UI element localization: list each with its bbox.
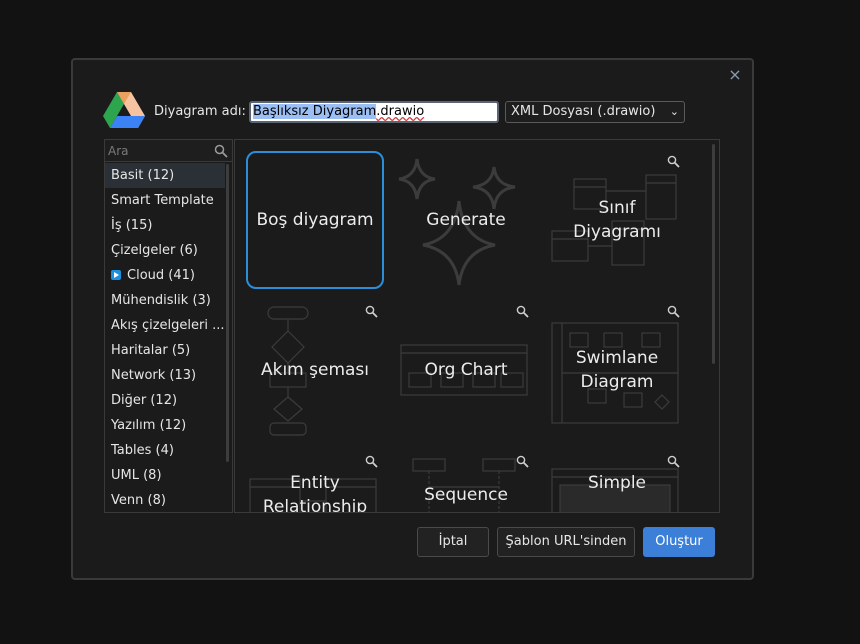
- chevron-down-icon: ⌄: [669, 105, 679, 118]
- category-label: Çizelgeler (6): [111, 243, 198, 258]
- zoom-icon[interactable]: [516, 455, 529, 468]
- category-basic[interactable]: Basit (12): [105, 163, 225, 188]
- category-engineering[interactable]: Mühendislik (3): [105, 288, 225, 313]
- new-diagram-dialog: × Diyagram adı: Başlıksız Diyagram.drawi…: [71, 58, 754, 580]
- filename-selected-text: Başlıksız Diyagram: [253, 104, 377, 119]
- template-swimlane[interactable]: Swimlane Diagram: [548, 301, 686, 439]
- category-list: Basit (12) Smart Template İş (15) Çizelg…: [105, 163, 225, 512]
- category-uml[interactable]: UML (8): [105, 463, 225, 488]
- template-sequence[interactable]: Sequence: [397, 451, 535, 512]
- category-label: Haritalar (5): [111, 343, 191, 358]
- template-entity-relationship[interactable]: Entity Relationship: [246, 451, 384, 513]
- zoom-icon[interactable]: [667, 305, 680, 318]
- category-tables[interactable]: Tables (4): [105, 438, 225, 463]
- category-label: Venn (8): [111, 493, 166, 508]
- template-simple[interactable]: Simple: [548, 451, 686, 512]
- category-scrollbar[interactable]: [226, 164, 229, 462]
- zoom-icon[interactable]: [365, 305, 378, 318]
- template-blank[interactable]: Boş diyagram: [246, 151, 384, 289]
- category-label: Diğer (12): [111, 393, 178, 408]
- template-org-chart[interactable]: Org Chart: [397, 301, 535, 439]
- template-label: Entity Relationship: [262, 473, 368, 513]
- zoom-icon[interactable]: [365, 455, 378, 468]
- cancel-button[interactable]: İptal: [417, 527, 489, 557]
- category-label: Basit (12): [111, 168, 175, 183]
- template-label: Swimlane Diagram: [575, 348, 659, 392]
- category-maps[interactable]: Haritalar (5): [105, 338, 225, 363]
- category-other[interactable]: Diğer (12): [105, 388, 225, 413]
- category-business[interactable]: İş (15): [105, 213, 225, 238]
- category-label: Mühendislik (3): [111, 293, 211, 308]
- category-label: UML (8): [111, 468, 162, 483]
- search-placeholder: Ara: [108, 144, 129, 158]
- category-label: Tables (4): [111, 443, 174, 458]
- category-panel: Ara Basit (12) Smart Template İş (15) Çi…: [104, 139, 233, 513]
- diagram-name-input[interactable]: Başlıksız Diyagram.drawio: [249, 101, 499, 123]
- category-label: Akış çizelgeleri ...: [111, 318, 225, 333]
- category-smart-template[interactable]: Smart Template: [105, 188, 225, 213]
- template-label: Org Chart: [424, 360, 508, 380]
- template-label: Boş diyagram: [256, 210, 374, 230]
- search-input[interactable]: Ara: [105, 140, 232, 162]
- expand-arrow-icon[interactable]: [111, 270, 121, 280]
- category-label: İş (15): [111, 218, 153, 233]
- category-software[interactable]: Yazılım (12): [105, 413, 225, 438]
- template-generate[interactable]: Generate: [397, 151, 535, 289]
- format-select[interactable]: XML Dosyası (.drawio) ⌄: [505, 101, 685, 123]
- filename-extension: .drawio: [376, 104, 425, 119]
- template-label: Simple: [587, 473, 647, 493]
- close-icon[interactable]: ×: [728, 67, 742, 83]
- zoom-icon[interactable]: [667, 155, 680, 168]
- template-flowchart[interactable]: Akım şeması: [246, 301, 384, 439]
- template-class-diagram[interactable]: Sınıf Diyagramı: [548, 151, 686, 289]
- category-label: Yazılım (12): [111, 418, 187, 433]
- google-drive-icon: [103, 92, 145, 128]
- zoom-icon[interactable]: [667, 455, 680, 468]
- format-select-value: XML Dosyası (.drawio): [511, 104, 656, 119]
- category-network[interactable]: Network (13): [105, 363, 225, 388]
- diagram-name-label: Diyagram adı:: [154, 104, 246, 119]
- category-flowcharts[interactable]: Akış çizelgeleri ...: [105, 313, 225, 338]
- template-grid: Boş diyagram Generate Sınıf Diyagramı Ak…: [234, 139, 720, 513]
- template-scrollbar[interactable]: [712, 144, 715, 364]
- category-venn[interactable]: Venn (8): [105, 488, 225, 512]
- category-label: Smart Template: [111, 193, 214, 208]
- template-label: Generate: [426, 210, 506, 230]
- create-button[interactable]: Oluştur: [643, 527, 715, 557]
- category-label: Network (13): [111, 368, 197, 383]
- template-url-button[interactable]: Şablon URL'sinden: [497, 527, 635, 557]
- zoom-icon[interactable]: [516, 305, 529, 318]
- category-cloud[interactable]: Cloud (41): [105, 263, 225, 288]
- template-label: Sequence: [424, 485, 508, 505]
- category-label: Cloud (41): [127, 268, 195, 283]
- template-label: Akım şeması: [260, 360, 370, 380]
- template-label: Sınıf Diyagramı: [573, 198, 661, 242]
- category-charts[interactable]: Çizelgeler (6): [105, 238, 225, 263]
- search-icon[interactable]: [214, 144, 228, 158]
